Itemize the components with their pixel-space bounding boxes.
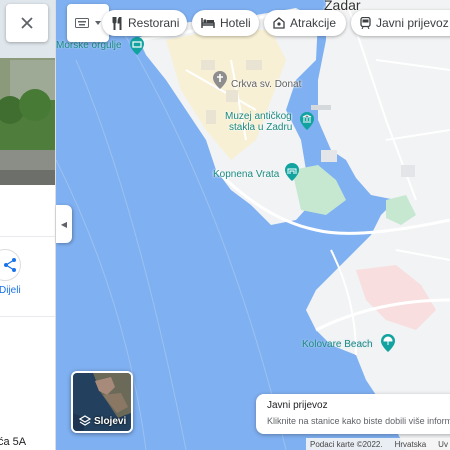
divider <box>0 236 55 237</box>
poi-kolovare-beach-label[interactable]: Kolovare Beach <box>302 339 373 350</box>
collapse-panel-button[interactable]: ◀ <box>56 205 72 243</box>
transit-card-title: Javni prijevoz <box>267 400 328 411</box>
transit-info-card[interactable]: Javni prijevoz Kliknite na stanice kako … <box>256 394 450 434</box>
chip-label: Restorani <box>128 16 180 30</box>
layers-button[interactable]: Slojevi <box>71 371 133 433</box>
divider <box>0 316 55 317</box>
chip-transit[interactable]: Javni prijevoz <box>351 10 450 36</box>
poi-muzej-label-line2[interactable]: stakla u Zadru <box>229 122 292 133</box>
restaurant-icon <box>112 16 122 30</box>
hotel-icon <box>201 18 215 28</box>
transit-icon <box>360 17 371 29</box>
layers-label-group: Slojevi <box>79 415 126 427</box>
terms-link[interactable]: Uv <box>438 440 448 449</box>
share-label[interactable]: Dijeli <box>0 285 21 296</box>
close-button[interactable] <box>6 4 48 42</box>
place-side-panel: Dijeli ća 5A <box>0 0 56 450</box>
chip-label: Hoteli <box>220 16 251 30</box>
chevron-left-icon: ◀ <box>60 219 68 229</box>
share-icon <box>4 258 16 272</box>
map-attribution: Podaci karte ©2022. <box>310 439 383 449</box>
landmark-icon[interactable] <box>284 163 300 181</box>
country-link[interactable]: Hrvatska <box>395 440 427 449</box>
transit-card-description: Kliknite na stanice kako biste dobili vi… <box>267 416 450 426</box>
address-text: ća 5A <box>0 436 27 448</box>
chevron-down-icon <box>95 21 101 25</box>
museum-icon[interactable] <box>299 112 315 130</box>
share-button[interactable] <box>0 249 21 281</box>
poi-crkva-label[interactable]: Crkva sv. Donat <box>231 79 301 90</box>
layers-icon <box>79 415 91 426</box>
layers-label: Slojevi <box>94 415 127 427</box>
chip-label: Javni prijevoz <box>376 16 449 30</box>
attraction-icon <box>273 17 285 29</box>
church-icon[interactable] <box>212 71 228 89</box>
chip-attractions[interactable]: Atrakcije <box>264 10 346 36</box>
poi-muzej-label-line1[interactable]: Muzej antičkog <box>225 111 292 122</box>
attraction-icon[interactable] <box>129 37 145 55</box>
poi-kopnena-vrata-label[interactable]: Kopnena Vrata <box>213 169 279 180</box>
beach-icon[interactable] <box>380 334 396 352</box>
chip-label: Atrakcije <box>290 16 337 30</box>
chip-hotels[interactable]: Hoteli <box>192 10 259 36</box>
keyboard-icon <box>75 18 89 28</box>
close-icon <box>21 17 33 29</box>
chip-restaurants[interactable]: Restorani <box>102 10 187 36</box>
map-footer: Podaci karte ©2022. Hrvatska Uv <box>306 438 450 450</box>
